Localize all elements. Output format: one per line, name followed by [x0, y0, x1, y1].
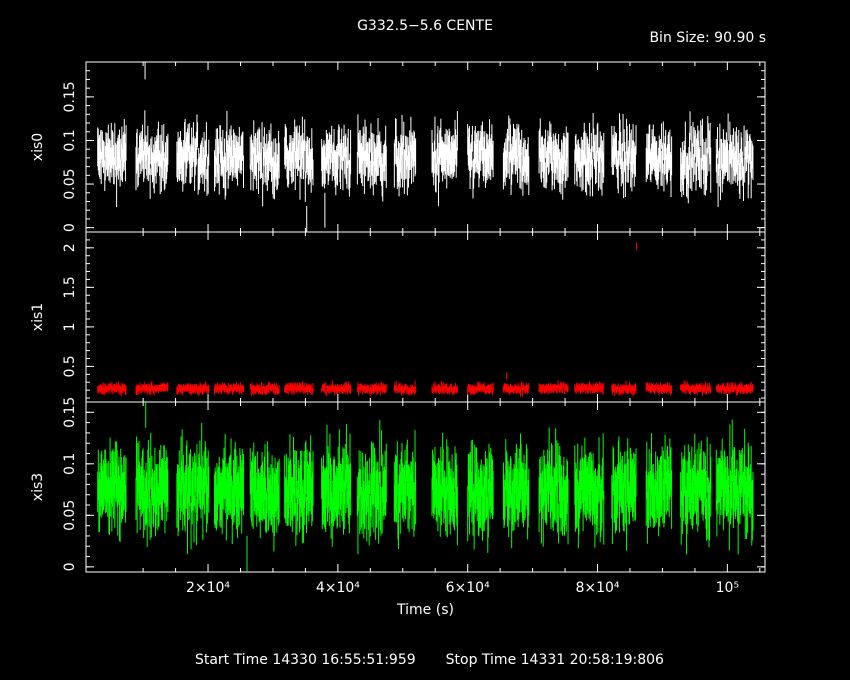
footer-time-range: Start Time 14330 16:55:51:959 Stop Time 1… [0, 636, 850, 668]
y-tick-label: 1.5 [62, 276, 78, 298]
y-tick-label: 0.05 [62, 168, 78, 199]
y-tick-label: 0.15 [62, 397, 78, 428]
y-tick-label: 0.5 [62, 355, 78, 377]
x-tick-label: 4×10⁴ [316, 580, 360, 596]
y-tick-label: 2 [62, 243, 78, 252]
series-xis1 [97, 242, 754, 397]
x-tick-label: 10⁵ [716, 580, 739, 596]
series-xis3 [97, 402, 754, 572]
stop-time: Stop Time 14331 20:58:19:806 [445, 652, 664, 668]
start-time: Start Time 14330 16:55:51:959 [194, 652, 416, 668]
y-tick-label: 0.15 [62, 81, 78, 112]
series-xis0 [97, 62, 754, 232]
y-tick-label: 0 [62, 223, 78, 232]
y-tick-label: 0.1 [62, 129, 78, 151]
y-axis-label-xis0: xis0 [30, 133, 46, 161]
x-tick-label: 2×10⁴ [186, 580, 230, 596]
panel-frame-xis1 [85, 231, 766, 403]
y-tick-label: 0.05 [62, 500, 78, 531]
light-curve-plot: 0 0.05 0.1 0.15 xis0 0.5 1 1.5 2 xis1 0 0.05 0.1 0.15… [30, 61, 766, 618]
x-tick-label: 6×10⁴ [446, 580, 490, 596]
x-axis-label: Time (s) [396, 602, 454, 618]
y-axis-label-xis3: xis3 [30, 473, 46, 501]
y-tick-label: 0.1 [62, 453, 78, 475]
y-tick-label: 1 [62, 322, 78, 331]
y-tick-label: 0 [62, 562, 78, 571]
x-tick-label: 8×10⁴ [575, 580, 619, 596]
y-axis-label-xis1: xis1 [30, 303, 46, 331]
